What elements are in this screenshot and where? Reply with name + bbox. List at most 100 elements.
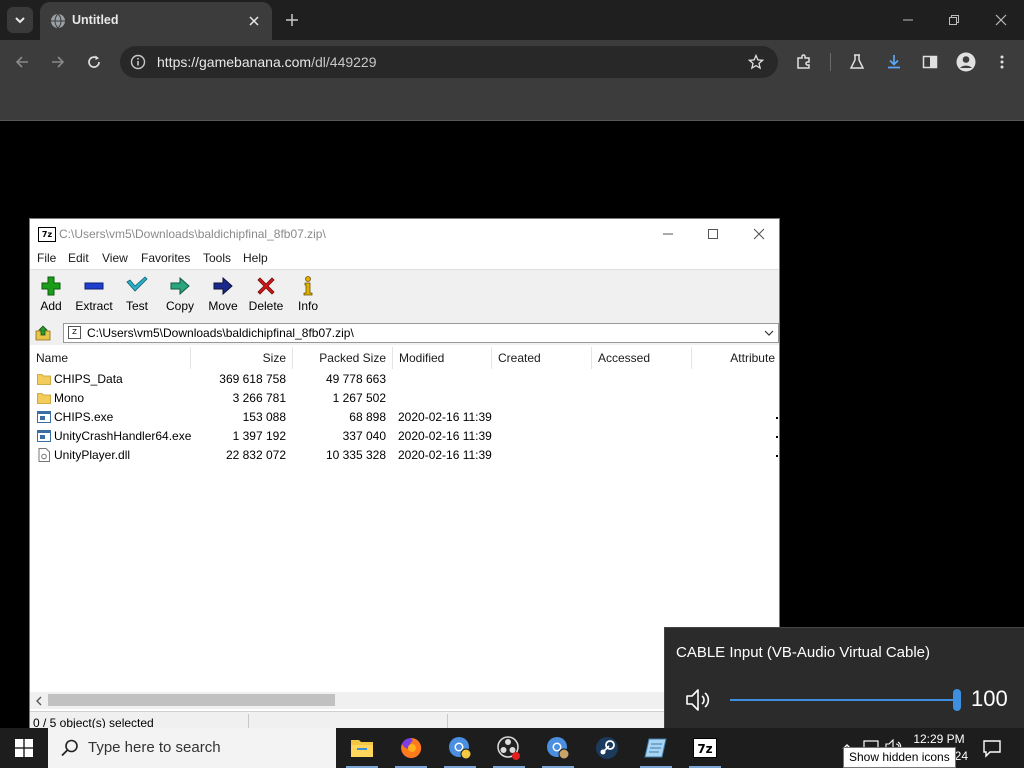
- taskbar-firefox[interactable]: [387, 728, 435, 768]
- minimize-button[interactable]: [896, 8, 920, 32]
- taskbar-file-explorer[interactable]: [338, 728, 386, 768]
- table-row[interactable]: CHIPS_Data 369 618 758 49 778 663: [30, 370, 779, 389]
- tab-search-button[interactable]: [7, 7, 33, 33]
- column-attribute[interactable]: Attribute: [692, 347, 779, 369]
- search-placeholder: Type here to search: [88, 739, 221, 756]
- svg-text:7z: 7z: [697, 742, 712, 756]
- taskbar-steam[interactable]: [583, 728, 631, 768]
- volume-level: 100: [971, 686, 1008, 711]
- taskbar-obs[interactable]: [485, 728, 533, 768]
- taskbar-7zip[interactable]: 7z: [681, 728, 729, 768]
- column-accessed[interactable]: Accessed: [592, 347, 692, 369]
- table-row[interactable]: Mono 3 266 781 1 267 502: [30, 389, 779, 408]
- toolbar-extract-label: Extract: [75, 299, 113, 313]
- menu-help[interactable]: Help: [243, 251, 268, 265]
- downloads-button[interactable]: [882, 50, 906, 74]
- start-button[interactable]: [0, 728, 48, 768]
- labs-button[interactable]: [845, 50, 869, 74]
- new-tab-button[interactable]: [282, 10, 302, 30]
- archive-icon: Z: [68, 326, 81, 339]
- minus-icon: [84, 282, 104, 290]
- toolbar-test-button[interactable]: Test: [115, 273, 159, 319]
- toolbar-copy-button[interactable]: Copy: [158, 273, 202, 319]
- arrow-right-icon: [52, 56, 65, 68]
- minimize-icon: [903, 19, 913, 21]
- profile-button[interactable]: [954, 50, 978, 74]
- taskbar-search-box[interactable]: Type here to search: [48, 728, 336, 768]
- audio-device-name[interactable]: CABLE Input (VB-Audio Virtual Cable): [676, 644, 930, 661]
- table-row[interactable]: CHIPS.exe 153 088 68 898 2020-02-16 11:3…: [30, 408, 779, 427]
- table-row[interactable]: UnityCrashHandler64.exe 1 397 192 337 04…: [30, 427, 779, 446]
- column-created[interactable]: Created: [492, 347, 592, 369]
- steam-icon: [596, 737, 618, 759]
- folder-up-icon: [35, 325, 51, 341]
- browser-tab-strip: Untitled: [0, 0, 1024, 40]
- bookmark-button[interactable]: [746, 52, 766, 72]
- tab-title: Untitled: [72, 13, 119, 27]
- taskbar-chrome-profile[interactable]: [534, 728, 582, 768]
- site-info-button[interactable]: [128, 52, 148, 72]
- back-button[interactable]: [10, 50, 34, 74]
- reload-button[interactable]: [82, 50, 106, 74]
- close-icon: [995, 14, 1007, 26]
- chevron-down-icon: [764, 330, 774, 336]
- check-icon: [126, 276, 148, 292]
- plus-icon: [286, 14, 298, 26]
- volume-slider-track[interactable]: [730, 699, 957, 701]
- 7zip-address-row: Z C:\Users\vm5\Downloads\baldichipfinal_…: [30, 321, 779, 345]
- info-icon: [303, 276, 313, 296]
- tab-close-button[interactable]: [244, 11, 264, 31]
- volume-slider-thumb[interactable]: [953, 689, 961, 711]
- info-icon: [130, 54, 146, 70]
- flask-icon: [849, 54, 865, 69]
- taskbar-notepad[interactable]: [632, 728, 680, 768]
- scrollbar-thumb[interactable]: [48, 694, 335, 706]
- menu-file[interactable]: File: [37, 251, 56, 265]
- 7zip-toolbar: Add Extract Test Copy Move Delete Info: [30, 269, 779, 323]
- arrow-left-icon: [15, 56, 28, 68]
- file-name: CHIPS.exe: [54, 410, 114, 424]
- forward-button[interactable]: [46, 50, 70, 74]
- address-dropdown-button[interactable]: [762, 326, 776, 340]
- attribute-marker: [776, 436, 778, 438]
- toolbar-extract-button[interactable]: Extract: [72, 273, 116, 319]
- up-folder-button[interactable]: [34, 324, 52, 342]
- column-packed-size[interactable]: Packed Size: [293, 347, 393, 369]
- column-name[interactable]: Name: [30, 347, 191, 369]
- address-bar[interactable]: https://gamebanana.com/dl/449229: [120, 46, 778, 78]
- table-row[interactable]: UnityPlayer.dll 22 832 072 10 335 328 20…: [30, 446, 779, 465]
- 7zip-minimize-button[interactable]: [657, 224, 679, 244]
- toolbar-add-button[interactable]: Add: [30, 273, 73, 319]
- file-size: 3 266 781: [232, 391, 286, 405]
- side-panel-button[interactable]: [918, 50, 942, 74]
- speaker-icon[interactable]: [685, 687, 713, 713]
- column-size[interactable]: Size: [191, 347, 293, 369]
- file-explorer-icon: [351, 740, 373, 757]
- side-panel-icon: [922, 55, 938, 69]
- menu-view[interactable]: View: [102, 251, 128, 265]
- scroll-left-button[interactable]: [33, 694, 45, 707]
- menu-edit[interactable]: Edit: [68, 251, 89, 265]
- chrome-menu-button[interactable]: [990, 50, 1014, 74]
- menu-tools[interactable]: Tools: [203, 251, 231, 265]
- toolbar-info-button[interactable]: Info: [286, 273, 330, 319]
- close-window-button[interactable]: [989, 8, 1013, 32]
- clock-time: 12:29 PM: [913, 732, 965, 746]
- 7zip-close-button[interactable]: [748, 224, 770, 244]
- 7zip-address-field[interactable]: Z C:\Users\vm5\Downloads\baldichipfinal_…: [63, 323, 779, 343]
- restore-button[interactable]: [942, 8, 966, 32]
- browser-info-bar: [0, 84, 1024, 121]
- column-modified[interactable]: Modified: [393, 347, 492, 369]
- tab-active[interactable]: Untitled: [40, 2, 272, 40]
- chrome-icon: [449, 737, 472, 760]
- 7zip-icon: 7z: [693, 738, 717, 758]
- toolbar-move-button[interactable]: Move: [201, 273, 245, 319]
- toolbar-info-label: Info: [297, 299, 318, 313]
- toolbar-delete-button[interactable]: Delete: [244, 273, 288, 319]
- notification-icon[interactable]: [982, 738, 1002, 758]
- taskbar-chrome[interactable]: [436, 728, 484, 768]
- menu-favorites[interactable]: Favorites: [141, 251, 190, 265]
- 7zip-app-icon: 7z: [38, 227, 56, 242]
- extensions-button[interactable]: [792, 50, 816, 74]
- 7zip-maximize-button[interactable]: [702, 224, 724, 244]
